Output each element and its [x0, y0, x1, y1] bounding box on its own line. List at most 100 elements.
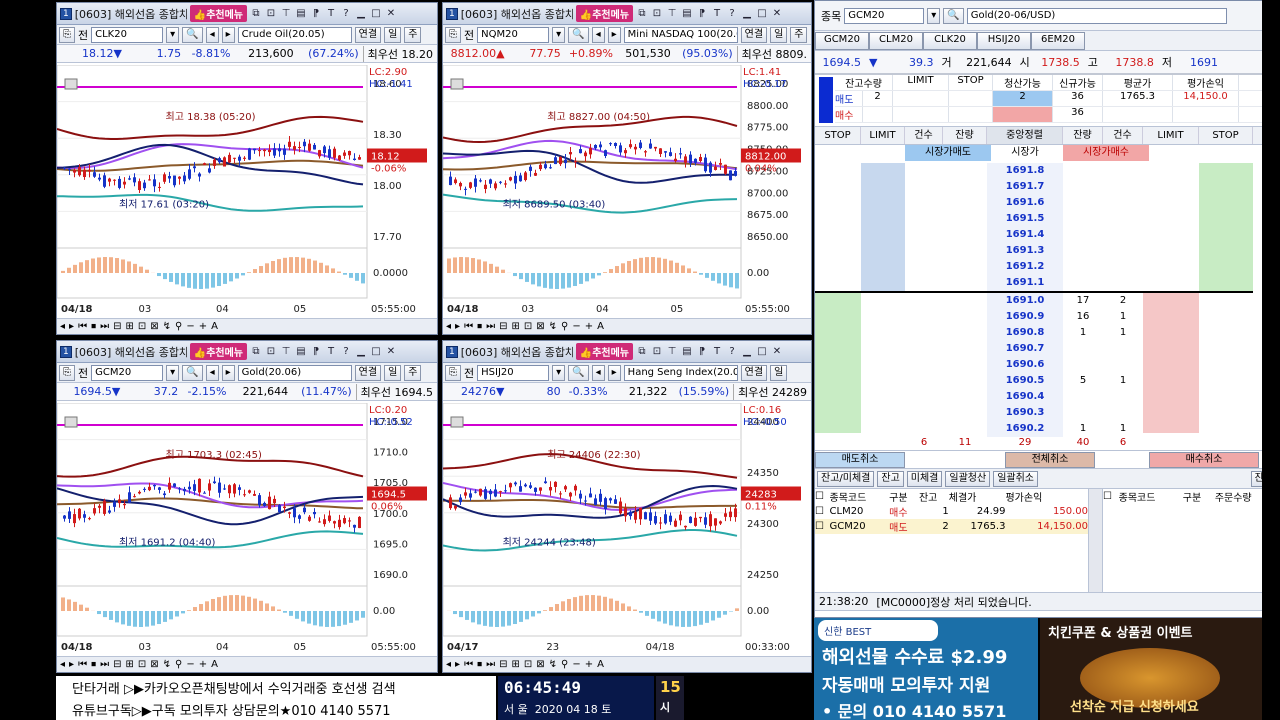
chart-tool-icon[interactable]: A: [211, 321, 218, 332]
ask-price[interactable]: 1691.5: [987, 211, 1063, 227]
code-dropdown[interactable]: ▾: [552, 26, 566, 43]
chart-tool-icon[interactable]: A: [211, 659, 218, 670]
tool-icon[interactable]: ⊡: [265, 8, 277, 19]
symbol-input[interactable]: GCM20: [844, 7, 925, 24]
row-checkbox[interactable]: ☐: [815, 519, 830, 534]
chart-tool-icon[interactable]: ⊞: [125, 321, 133, 332]
chart-tool-icon[interactable]: ⊠: [536, 659, 544, 670]
chart-tool-icon[interactable]: −: [186, 659, 194, 670]
bid-qty[interactable]: 16: [1063, 309, 1103, 325]
bid-count[interactable]: [1103, 357, 1143, 373]
chart-tool-icon[interactable]: ⏭: [486, 659, 495, 670]
chart-tool-icon[interactable]: ◂: [446, 321, 451, 332]
chart-tool-icon[interactable]: ⊞: [511, 321, 519, 332]
chart-tool-icon[interactable]: ⚲: [175, 321, 182, 332]
restore-icon[interactable]: □: [756, 8, 768, 19]
bid-qty[interactable]: [1063, 389, 1103, 405]
pin-icon[interactable]: ⊤: [280, 8, 292, 19]
next-icon[interactable]: ▸: [221, 364, 235, 381]
search-icon[interactable]: 🔍: [568, 26, 589, 43]
chart-tool-icon[interactable]: +: [199, 659, 207, 670]
chart-tool-icon[interactable]: −: [186, 321, 194, 332]
chart-tool-icon[interactable]: ⊠: [536, 321, 544, 332]
chart-area[interactable]: 1715.0 1710.0 1705.0 1700.0 1695.0 1690.0 LC:0…: [56, 402, 437, 656]
book-total[interactable]: 6: [1103, 435, 1143, 451]
balance-tab[interactable]: 일괄취소: [993, 470, 1039, 487]
chart-tool-icon[interactable]: ⊡: [524, 321, 532, 332]
next-icon[interactable]: ▸: [607, 364, 621, 381]
balance-tab[interactable]: 잔고: [877, 470, 904, 487]
period-button[interactable]: 일: [770, 364, 788, 381]
search-icon[interactable]: 🔍: [182, 26, 203, 43]
bid-qty[interactable]: 17: [1063, 293, 1103, 309]
select-all-checkbox[interactable]: ☐: [815, 489, 830, 504]
chart-tool-icon[interactable]: ↯: [163, 321, 171, 332]
link-icon[interactable]: ⧉: [636, 8, 648, 19]
next-icon[interactable]: ▸: [221, 26, 235, 43]
cancel-buy-button[interactable]: 매수취소: [1149, 451, 1259, 468]
bid-count[interactable]: 1: [1103, 373, 1143, 389]
select-all-checkbox[interactable]: ☐: [1103, 489, 1119, 504]
brush-icon[interactable]: ⁋: [696, 8, 708, 19]
tool-icon[interactable]: ⊡: [651, 346, 663, 357]
chart-tool-icon[interactable]: ▸: [455, 321, 460, 332]
cancel-all-button[interactable]: 전체취소: [1005, 451, 1095, 468]
search-icon[interactable]: 🔍: [568, 364, 589, 381]
chart-tool-icon[interactable]: ◂: [446, 659, 451, 670]
bid-count[interactable]: 2: [1103, 293, 1143, 309]
prev-icon[interactable]: ◂: [591, 364, 605, 381]
chart-area[interactable]: 18.60 18.30 18.00 17.70 LC:2.90 HC:-1.41 최고 18…: [56, 64, 437, 318]
window-titlebar[interactable]: 1[0603] 해외선옵 종합차트👍추천메뉴⧉⊡⊤▤⁋T?▁□✕: [443, 341, 811, 363]
open-icon[interactable]: ⎘: [59, 364, 75, 381]
chart-tool-icon[interactable]: ⏭: [100, 659, 109, 670]
chart-tool-icon[interactable]: ⊟: [499, 659, 507, 670]
book-total[interactable]: 29: [987, 435, 1063, 451]
minimize-icon[interactable]: ▁: [355, 346, 367, 357]
code-dropdown[interactable]: ▾: [166, 364, 180, 381]
recommend-menu-button[interactable]: 👍추천메뉴: [575, 343, 633, 360]
brush-icon[interactable]: ⁋: [310, 8, 322, 19]
chart-tool-icon[interactable]: ⊠: [150, 659, 158, 670]
code-dropdown[interactable]: ▾: [166, 26, 180, 43]
prev-icon[interactable]: ◂: [205, 26, 219, 43]
symbol-tab[interactable]: GCM20: [815, 31, 869, 50]
code-input[interactable]: NQM20: [477, 26, 550, 43]
minimize-icon[interactable]: ▁: [741, 8, 753, 19]
chart-tool-icon[interactable]: ▸: [69, 659, 74, 670]
recommend-menu-button[interactable]: 👍추천메뉴: [189, 5, 247, 22]
chart-tool-icon[interactable]: ⏹: [477, 659, 482, 670]
bid-qty[interactable]: [1063, 405, 1103, 421]
minimize-icon[interactable]: ▁: [355, 8, 367, 19]
help-icon[interactable]: ?: [726, 8, 738, 19]
symbol-dropdown[interactable]: ▾: [927, 7, 941, 24]
code-input[interactable]: CLK20: [91, 26, 164, 43]
bid-qty[interactable]: [1063, 357, 1103, 373]
ask-price[interactable]: 1691.4: [987, 227, 1063, 243]
bid-qty[interactable]: [1063, 341, 1103, 357]
chart-tool-icon[interactable]: ⊟: [113, 321, 121, 332]
book-total[interactable]: 40: [1063, 435, 1103, 451]
chart-tool-icon[interactable]: ⚲: [561, 321, 568, 332]
chart-tool-icon[interactable]: ⏮: [464, 659, 473, 670]
ask-price[interactable]: 1691.3: [987, 243, 1063, 259]
ask-price[interactable]: 1691.1: [987, 275, 1063, 291]
bid-qty[interactable]: 5: [1063, 373, 1103, 389]
chart-tool-icon[interactable]: ⊠: [150, 321, 158, 332]
restore-icon[interactable]: □: [370, 8, 382, 19]
chart-tool-icon[interactable]: A: [597, 659, 604, 670]
link-icon[interactable]: ⧉: [250, 346, 262, 357]
balance-tab[interactable]: 미체결: [906, 470, 943, 487]
prev-icon[interactable]: ◂: [205, 364, 219, 381]
chart-tool-icon[interactable]: ⊡: [524, 659, 532, 670]
tool-icon[interactable]: ⊡: [651, 8, 663, 19]
chart-tool-icon[interactable]: ⏭: [486, 321, 495, 332]
code-input[interactable]: HSIJ20: [477, 364, 550, 381]
recommend-menu-button[interactable]: 👍추천메뉴: [189, 343, 247, 360]
chart-tool-icon[interactable]: ▸: [69, 321, 74, 332]
week-button[interactable]: 주: [404, 26, 422, 43]
chart-tool-icon[interactable]: ⚲: [561, 659, 568, 670]
chart-tool-icon[interactable]: −: [572, 659, 580, 670]
text-icon[interactable]: T: [711, 346, 723, 357]
bid-price[interactable]: 1690.6: [987, 357, 1063, 373]
ask-price[interactable]: 1691.8: [987, 163, 1063, 179]
